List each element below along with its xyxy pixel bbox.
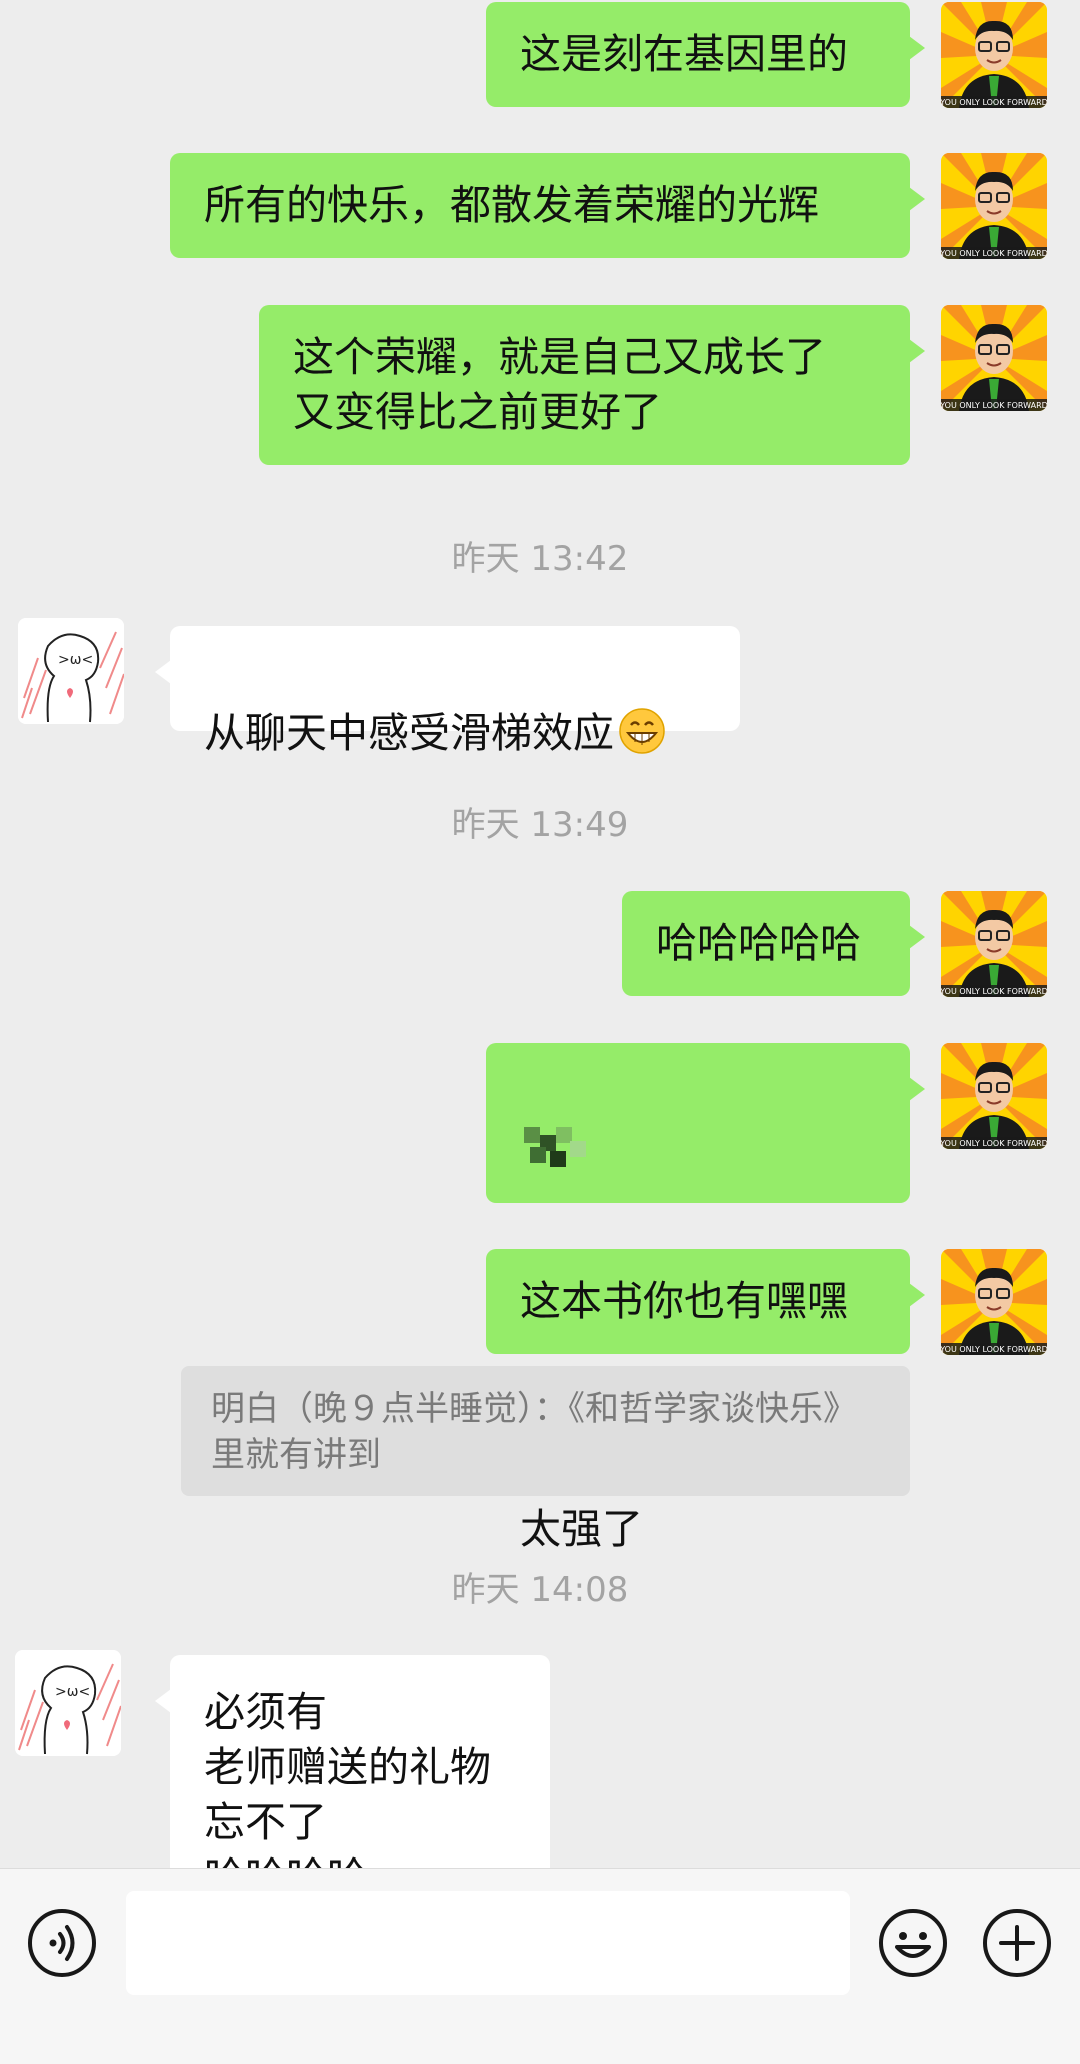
grinning-face-emoji-icon — [619, 708, 665, 754]
avatar-caption: YOU ONLY LOOK FORWARD — [941, 249, 1047, 258]
message-bubble-received[interactable]: 从聊天中感受滑梯效应 — [155, 626, 740, 757]
quoted-reply[interactable]: 明白（晚９点半睡觉）：《和哲学家谈快乐》里就有讲到 — [181, 1366, 910, 1496]
message-input[interactable] — [126, 1891, 850, 1995]
timestamp: 昨天 14:08 — [451, 1570, 629, 1610]
avatar-caption: YOU ONLY LOOK FORWARD — [941, 98, 1047, 107]
cartoon-man-avatar-icon: YOU ONLY LOOK FORWARD — [941, 2, 1047, 108]
redacted-mosaic — [520, 1123, 592, 1169]
contact-avatar[interactable]: >ω< — [18, 618, 124, 724]
timestamp: 昨天 13:42 — [451, 539, 629, 579]
plus-icon[interactable] — [981, 1907, 1053, 1979]
message-bubble-sent[interactable]: 这个荣耀，就是自己又成长了 又变得比之前更好了 — [259, 305, 925, 465]
avatar-caption: YOU ONLY LOOK FORWARD — [941, 987, 1047, 996]
doodle-face-avatar-icon: >ω< — [18, 618, 124, 724]
my-avatar[interactable]: YOU ONLY LOOK FORWARD — [941, 153, 1047, 259]
message-bubble-sent[interactable]: 这本书你也有嘿嘿 — [486, 1249, 925, 1354]
my-avatar[interactable]: YOU ONLY LOOK FORWARD — [941, 1249, 1047, 1355]
voice-icon[interactable] — [26, 1907, 98, 1979]
message-bubble-sent[interactable]: 所有的快乐，都散发着荣耀的光辉 — [170, 153, 925, 258]
message-bubble-sent[interactable]: 的内容敏感性 太强了 — [486, 1043, 925, 1553]
chat-history[interactable]: 这是刻在基因里的 YOU ONLY LOOK FORWARD 所有的快乐，都散发… — [0, 0, 1080, 1868]
contact-avatar[interactable]: >ω< — [15, 1650, 121, 1756]
message-bubble-sent[interactable]: 哈哈哈哈哈 — [622, 891, 925, 996]
svg-text:>ω<: >ω< — [55, 1684, 90, 1700]
cartoon-man-avatar-icon: YOU ONLY LOOK FORWARD — [941, 1249, 1047, 1355]
cartoon-man-avatar-icon: YOU ONLY LOOK FORWARD — [941, 1043, 1047, 1149]
avatar-caption: YOU ONLY LOOK FORWARD — [941, 1139, 1047, 1148]
my-avatar[interactable]: YOU ONLY LOOK FORWARD — [941, 305, 1047, 411]
my-avatar[interactable]: YOU ONLY LOOK FORWARD — [941, 891, 1047, 997]
emoji-icon[interactable] — [877, 1907, 949, 1979]
svg-text:>ω<: >ω< — [58, 652, 93, 668]
avatar-caption: YOU ONLY LOOK FORWARD — [941, 1345, 1047, 1354]
doodle-face-avatar-icon: >ω< — [15, 1650, 121, 1756]
my-avatar[interactable]: YOU ONLY LOOK FORWARD — [941, 1043, 1047, 1149]
avatar-caption: YOU ONLY LOOK FORWARD — [941, 401, 1047, 410]
message-bubble-sent[interactable]: 这是刻在基因里的 — [486, 2, 925, 107]
timestamp: 昨天 13:49 — [451, 805, 629, 845]
cartoon-man-avatar-icon: YOU ONLY LOOK FORWARD — [941, 305, 1047, 411]
cartoon-man-avatar-icon: YOU ONLY LOOK FORWARD — [941, 153, 1047, 259]
message-text: 从聊天中感受滑梯效应 — [204, 709, 614, 757]
cartoon-man-avatar-icon: YOU ONLY LOOK FORWARD — [941, 891, 1047, 997]
my-avatar[interactable]: YOU ONLY LOOK FORWARD — [941, 2, 1047, 108]
message-bubble-received[interactable]: 必须有 老师赠送的礼物 忘不了 哈哈哈哈 — [155, 1655, 550, 1868]
input-bar — [0, 1868, 1080, 2064]
